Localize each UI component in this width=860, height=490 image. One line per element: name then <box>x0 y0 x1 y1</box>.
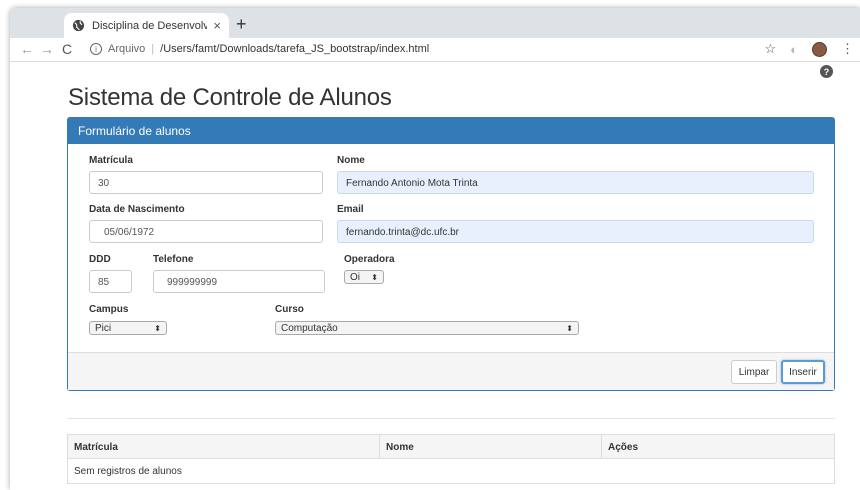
reload-icon[interactable]: C <box>62 41 72 57</box>
nome-label: Nome <box>337 155 365 166</box>
panel-heading: Formulário de alunos <box>68 118 834 144</box>
nascimento-input[interactable]: 05/06/1972 <box>89 220 323 243</box>
back-icon[interactable]: ← <box>20 41 34 57</box>
extension-icon[interactable]: ◐ <box>790 42 798 57</box>
insert-button[interactable]: Inserir <box>781 360 825 384</box>
tab-strip: Disciplina de Desenvolvimento × + <box>10 8 860 38</box>
students-table: Matrícula Nome Ações Sem registros de al… <box>67 434 835 484</box>
operadora-label: Operadora <box>344 254 395 265</box>
email-input[interactable]: fernando.trinta@dc.ufc.br <box>337 220 814 243</box>
header-acoes: Ações <box>608 442 639 453</box>
nome-input[interactable]: Fernando Antonio Mota Trinta <box>337 171 814 194</box>
campus-value: Pici <box>95 322 112 334</box>
star-icon[interactable]: ☆ <box>764 41 776 57</box>
curso-select[interactable]: Computação ⬍ <box>275 321 579 335</box>
toolbar-actions: ☆ ◐ ⋮ <box>764 41 854 57</box>
browser-toolbar: ← → C i Arquivo | /Users/famt/Downloads/… <box>10 38 860 62</box>
page-title: Sistema de Controle de Alunos <box>68 84 392 111</box>
telefone-label: Telefone <box>153 254 194 265</box>
panel-footer: Limpar Inserir <box>68 352 834 390</box>
globe-icon <box>72 19 85 32</box>
student-form-panel: Formulário de alunos Matrícula 30 Nome F… <box>67 117 835 391</box>
clear-button[interactable]: Limpar <box>731 360 777 384</box>
info-icon[interactable]: i <box>90 43 102 55</box>
browser-tab[interactable]: Disciplina de Desenvolvimento × <box>64 13 229 38</box>
matricula-label: Matrícula <box>89 155 133 166</box>
campus-select[interactable]: Pici ⬍ <box>89 321 167 335</box>
help-icon[interactable]: ? <box>820 65 833 78</box>
url-text: /Users/famt/Downloads/tarefa_JS_bootstra… <box>160 43 430 55</box>
select-arrows-icon: ⬍ <box>154 323 161 333</box>
header-nome: Nome <box>380 435 602 458</box>
page-content: ? Sistema de Controle de Alunos Formulár… <box>10 62 860 490</box>
telefone-input[interactable]: 999999999 <box>153 270 325 293</box>
tab-title: Disciplina de Desenvolvimento <box>92 19 208 32</box>
table-header: Matrícula Nome Ações <box>68 435 834 459</box>
select-arrows-icon: ⬍ <box>566 323 573 333</box>
avatar[interactable] <box>812 41 827 57</box>
divider <box>67 418 835 419</box>
select-arrows-icon: ⬍ <box>371 272 378 282</box>
new-tab-icon[interactable]: + <box>236 14 247 35</box>
matricula-input[interactable]: 30 <box>89 171 323 194</box>
curso-value: Computação <box>281 322 338 334</box>
url-scheme-label: Arquivo <box>108 43 146 55</box>
url-separator: | <box>151 43 155 55</box>
table-row: Sem registros de alunos <box>74 466 182 477</box>
campus-label: Campus <box>89 304 129 315</box>
operadora-select[interactable]: Oi ⬍ <box>344 270 384 284</box>
header-matricula: Matrícula <box>68 435 380 458</box>
close-tab-icon[interactable]: × <box>213 18 221 33</box>
curso-label: Curso <box>275 304 304 315</box>
address-bar[interactable]: i Arquivo | /Users/famt/Downloads/tarefa… <box>90 43 429 55</box>
ddd-label: DDD <box>89 254 111 265</box>
nascimento-label: Data de Nascimento <box>89 204 185 215</box>
email-label: Email <box>337 204 364 215</box>
browser-window: Disciplina de Desenvolvimento × + ← → C … <box>10 8 860 490</box>
forward-icon[interactable]: → <box>40 41 54 57</box>
menu-icon[interactable]: ⋮ <box>841 41 854 57</box>
ddd-input[interactable]: 85 <box>89 270 132 293</box>
operadora-value: Oi <box>350 271 360 283</box>
